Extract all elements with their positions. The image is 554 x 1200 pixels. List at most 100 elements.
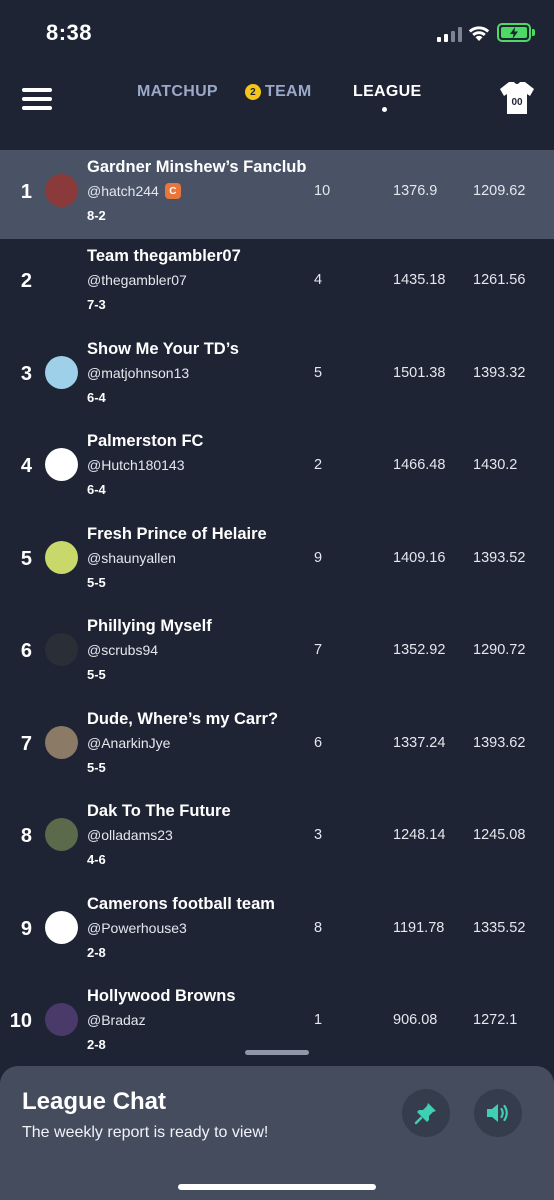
menu-icon[interactable] <box>22 86 52 112</box>
standings-row[interactable]: 1 Gardner Minshew’s Fanclub @hatch244 C 8-2 1… <box>0 150 554 239</box>
team-avatar[interactable] <box>45 448 78 481</box>
team-avatar[interactable] <box>45 725 78 759</box>
team-owner: @scrubs94 <box>87 642 158 658</box>
commissioner-badge-icon: C <box>164 183 181 199</box>
standings-row[interactable]: 4 Palmerston FC @Hutch180143 6-4 2 1466.48 143… <box>0 424 554 517</box>
team-avatar[interactable] <box>45 540 78 574</box>
owner-handle: @hatch244 <box>87 183 159 199</box>
owner-handle: @matjohnson13 <box>87 364 190 381</box>
points-for: 1248.14 <box>393 827 446 843</box>
points-for: 1435.18 <box>393 272 446 288</box>
wifi-icon <box>468 26 490 41</box>
tab-matchup[interactable]: MATCHUP <box>137 83 218 101</box>
points-for: 1376.9 <box>393 183 438 199</box>
standings-row[interactable]: 2 Team thegambler07 @thegambler07 7-3 4 1435.… <box>0 239 554 332</box>
power-rank: 5 <box>314 364 323 381</box>
cellular-signal-icon <box>437 26 463 42</box>
team-name[interactable]: Fresh Prince of Helaire <box>87 525 267 544</box>
power-rank: 2 <box>314 457 323 473</box>
team-name[interactable]: Dude, Where’s my Carr? <box>87 710 278 729</box>
team-name[interactable]: Team thegambler07 <box>87 247 241 266</box>
rank-number: 10 <box>9 1010 32 1032</box>
team-avatar[interactable] <box>45 818 78 851</box>
team-record: 2-8 <box>87 944 106 960</box>
team-avatar[interactable] <box>45 263 78 296</box>
home-indicator[interactable] <box>178 1184 376 1190</box>
team-record: 6-4 <box>87 482 106 497</box>
standings-row[interactable]: 7 Dude, Where’s my Carr? @AnarkinJye 5-5 6 13… <box>0 702 554 795</box>
standings-row[interactable]: 9 Camerons football team @Powerhouse3 2-8 8 1… <box>0 887 554 980</box>
points-against: 1393.62 <box>473 734 526 751</box>
power-rank: 8 <box>314 919 323 936</box>
battery-icon <box>497 23 531 42</box>
owner-handle: @Powerhouse3 <box>87 919 187 936</box>
owner-handle: @scrubs94 <box>87 642 159 658</box>
team-avatar[interactable] <box>45 910 78 944</box>
points-against: 1393.52 <box>473 549 526 566</box>
status-time: 8:38 <box>46 20 93 45</box>
standings-row[interactable]: 3 Show Me Your TD’s @matjohnson13 6-4 5 1501.… <box>0 332 554 425</box>
power-rank: 1 <box>314 1012 323 1028</box>
team-record: 8-2 <box>87 208 106 223</box>
team-record: 5-5 <box>87 667 106 682</box>
team-record: 2-8 <box>87 1037 106 1052</box>
rank-number: 6 <box>20 640 32 662</box>
standings-row[interactable]: 5 Fresh Prince of Helaire @shaunyallen 5-5 9… <box>0 517 554 610</box>
points-for: 1191.78 <box>393 919 445 936</box>
team-avatar[interactable] <box>45 355 78 389</box>
standings-row[interactable]: 10 Hollywood Browns @Bradaz 2-8 1 906.08 1272.… <box>0 979 554 1072</box>
rank-number: 3 <box>20 362 32 385</box>
tab-team-label: TEAM <box>265 83 312 100</box>
team-name[interactable]: Hollywood Browns <box>87 987 236 1006</box>
owner-handle: @Bradaz <box>87 1012 146 1028</box>
league-chat-panel[interactable]: League Chat The weekly report is ready t… <box>0 1066 554 1200</box>
team-avatar[interactable] <box>45 1003 78 1036</box>
power-rank: 3 <box>314 827 323 843</box>
sheet-drag-handle[interactable] <box>245 1050 309 1055</box>
speaker-icon <box>487 1104 508 1122</box>
jersey-icon[interactable]: 00 <box>498 80 536 116</box>
rank-number: 2 <box>20 270 32 292</box>
points-for: 1352.92 <box>393 642 446 658</box>
team-owner: @Bradaz <box>87 1012 146 1028</box>
team-record: 4-6 <box>87 852 106 867</box>
tab-team[interactable]: 2 TEAM <box>245 83 312 101</box>
active-tab-indicator <box>382 107 387 112</box>
team-name[interactable]: Phillying Myself <box>87 617 212 636</box>
standings-row[interactable]: 6 Phillying Myself @scrubs94 5-5 7 1352.92 129… <box>0 609 554 702</box>
chat-title: League Chat <box>22 1088 167 1115</box>
team-name[interactable]: Camerons football team <box>87 895 275 914</box>
sound-button[interactable] <box>474 1089 522 1137</box>
team-avatar[interactable] <box>45 633 78 666</box>
team-name[interactable]: Gardner Minshew’s Fanclub <box>87 158 306 177</box>
team-record: 5-5 <box>87 574 106 590</box>
power-rank: 10 <box>314 183 331 199</box>
team-name[interactable]: Palmerston FC <box>87 432 203 451</box>
team-owner: @Hutch180143 <box>87 457 185 473</box>
team-avatar[interactable] <box>45 174 78 207</box>
team-name[interactable]: Show Me Your TD’s <box>87 340 239 359</box>
status-bar: 8:38 <box>0 0 554 66</box>
standings-list: 1 Gardner Minshew’s Fanclub @hatch244 C 8-2 1… <box>0 150 554 1072</box>
team-badge: 2 <box>245 84 261 100</box>
team-owner: @Powerhouse3 <box>87 920 187 936</box>
points-against: 1272.1 <box>473 1012 518 1028</box>
team-name[interactable]: Dak To The Future <box>87 802 231 821</box>
jersey-number: 00 <box>511 97 523 108</box>
points-against: 1393.32 <box>473 364 526 381</box>
team-owner: @AnarkinJye <box>87 735 170 751</box>
points-against: 1430.2 <box>473 457 518 473</box>
top-nav: MATCHUP 2 TEAM LEAGUE 00 <box>0 66 554 150</box>
charging-bolt-icon <box>510 26 518 39</box>
chat-message: The weekly report is ready to view! <box>22 1124 269 1141</box>
rank-number: 4 <box>20 455 32 477</box>
team-record: 5-5 <box>87 759 106 775</box>
team-owner: @hatch244 C <box>87 183 181 199</box>
pin-button[interactable] <box>402 1089 450 1137</box>
standings-row[interactable]: 8 Dak To The Future @olladams23 4-6 3 1248.14… <box>0 794 554 887</box>
points-for: 1337.24 <box>393 734 446 751</box>
pin-icon <box>414 1103 436 1125</box>
rank-number: 9 <box>20 917 32 940</box>
points-against: 1245.08 <box>473 827 526 843</box>
tab-league[interactable]: LEAGUE <box>353 83 421 101</box>
